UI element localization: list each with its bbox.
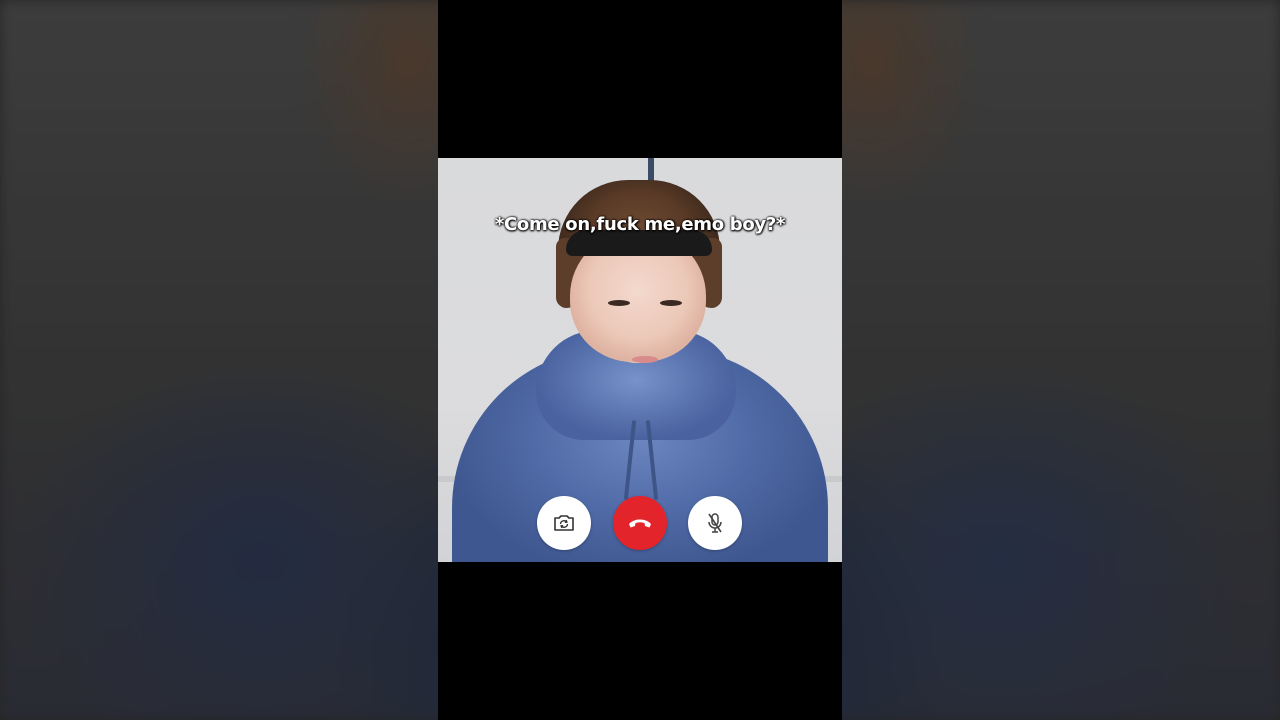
video-call-feed: *Come on,fuck me,emo boy?*	[438, 158, 842, 562]
video-caption: *Come on,fuck me,emo boy?*	[494, 214, 786, 235]
call-controls	[438, 496, 842, 550]
person-mouth	[632, 356, 658, 363]
vertical-video-frame: *Come on,fuck me,emo boy?*	[438, 0, 842, 720]
mute-button[interactable]	[688, 496, 742, 550]
person-eye-right	[660, 300, 682, 306]
camera-flip-icon	[552, 513, 576, 533]
phone-hangup-icon	[627, 516, 653, 530]
end-call-button[interactable]	[613, 496, 667, 550]
mic-off-icon	[705, 511, 725, 535]
flip-camera-button[interactable]	[537, 496, 591, 550]
person-eye-left	[608, 300, 630, 306]
video-player-stage: *Come on,fuck me,emo boy?*	[0, 0, 1280, 720]
